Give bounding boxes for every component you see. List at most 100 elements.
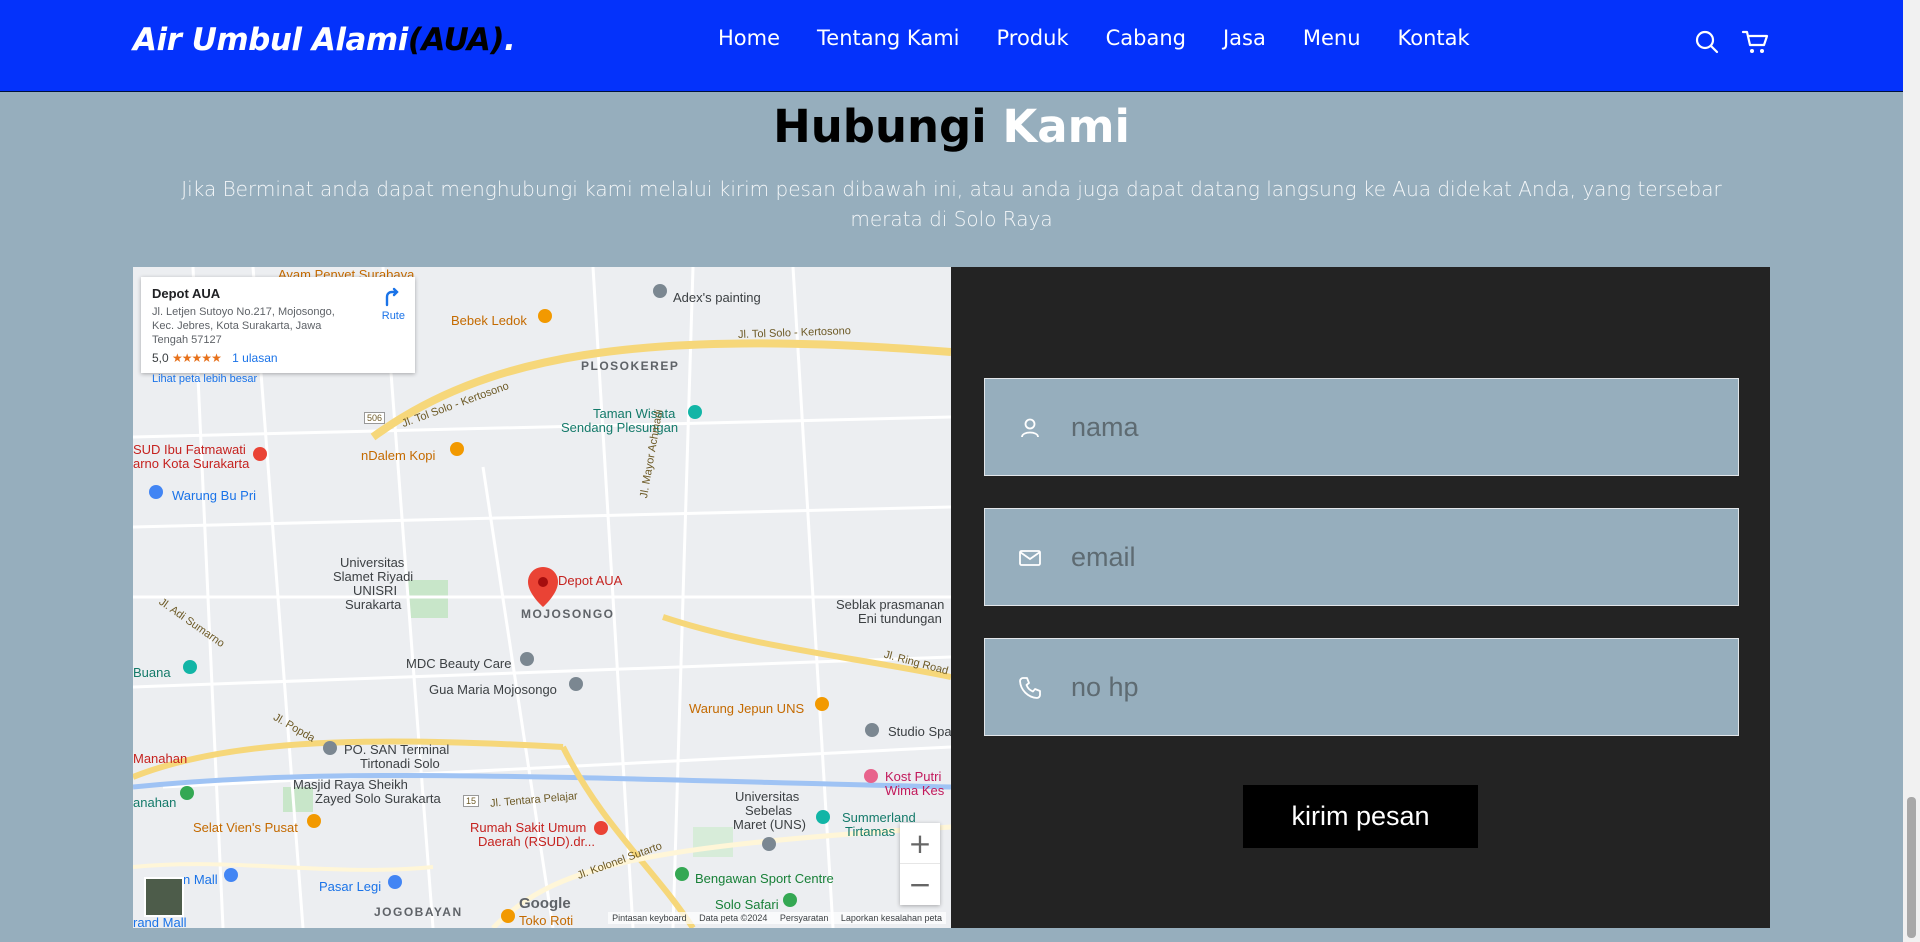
map-label-sebelas: Sebelas — [745, 803, 792, 818]
search-icon[interactable] — [1693, 28, 1721, 56]
map-label-depot-pin: Depot AUA — [558, 573, 623, 588]
map-label-slamet: Slamet Riyadi — [333, 569, 414, 584]
map-label-eni: Eni tundungan — [858, 611, 942, 626]
map-label-bengawan: Bengawan Sport Centre — [695, 871, 834, 886]
restaurant-pin — [538, 309, 552, 323]
map-info-card: Depot AUA Jl. Letjen Sutoyo No.217, Mojo… — [141, 277, 415, 385]
section-title: Hubungi Kami — [0, 100, 1903, 153]
lodging-pin — [864, 769, 878, 783]
zoom-out-button[interactable]: − — [900, 864, 940, 905]
bus-pin — [323, 741, 337, 755]
phone-input[interactable] — [1071, 639, 1721, 735]
email-field — [984, 508, 1739, 606]
map-label-seblak: Seblak prasmanan — [836, 597, 945, 612]
map-label-unisri: UNISRI — [353, 583, 398, 598]
map-label-bebek: Bebek Ledok — [451, 313, 527, 328]
nav-cabang[interactable]: Cabang — [1106, 26, 1186, 50]
nav-kontak[interactable]: Kontak — [1398, 26, 1470, 50]
scrollbar-thumb[interactable] — [1907, 797, 1916, 938]
phone-icon — [1017, 675, 1043, 701]
main-nav: Home Tentang Kami Produk Cabang Jasa Men… — [718, 26, 1507, 50]
place-pin — [520, 652, 534, 666]
satellite-toggle[interactable] — [144, 877, 184, 917]
report-error-link[interactable]: Laporkan kesalahan peta — [841, 913, 942, 923]
map-label-rsud-fatmawati: SUD Ibu Fatmawati — [133, 442, 246, 457]
title-light: Kami — [1002, 100, 1130, 153]
map-label-plosokerep: PLOSOKEREP — [581, 359, 680, 373]
user-icon — [1017, 415, 1043, 441]
shop-pin — [224, 868, 238, 882]
keyboard-shortcuts-link[interactable]: Pintasan keyboard — [612, 913, 687, 923]
rating-stars: ★★★★★ — [172, 351, 222, 365]
zoom-in-button[interactable]: + — [900, 823, 940, 864]
reviews-link[interactable]: 1 ulasan — [232, 351, 277, 365]
section-description: Jika Berminat anda dapat menghubungi kam… — [181, 177, 1722, 231]
map-label-tirtamas: Tirtamas — [845, 824, 896, 839]
nav-icons — [1693, 28, 1769, 56]
navbar: Air Umbul Alami(AUA). Home Tentang Kami … — [0, 0, 1903, 92]
map-label-buana: Buana — [133, 665, 171, 680]
page-scrollbar[interactable] — [1903, 0, 1920, 942]
cart-icon[interactable] — [1741, 28, 1769, 56]
place-name: Depot AUA — [152, 286, 221, 301]
map-label-wima: Wima Kes — [885, 783, 945, 798]
map-label-warung-bu: Warung Bu Pri — [172, 488, 257, 503]
place-pin — [183, 660, 197, 674]
nav-home[interactable]: Home — [718, 26, 780, 50]
map-label-kost: Kost Putri — [885, 769, 942, 784]
nav-menu[interactable]: Menu — [1303, 26, 1361, 50]
nav-jasa[interactable]: Jasa — [1223, 26, 1266, 50]
map-label-universitas2: Universitas — [735, 789, 800, 804]
map-label-solo-safari: Solo Safari — [715, 897, 779, 912]
map-label-mdc: MDC Beauty Care — [406, 656, 512, 671]
nav-produk[interactable]: Produk — [996, 26, 1068, 50]
map-label-mojosongo: MOJOSONGO — [521, 607, 615, 621]
rating-value: 5,0 — [152, 351, 169, 365]
restaurant-pin — [450, 442, 464, 456]
map-label-maret: Maret (UNS) — [733, 817, 806, 832]
send-message-button[interactable]: kirim pesan — [1243, 785, 1478, 848]
name-input[interactable] — [1071, 379, 1721, 475]
place-pin — [569, 677, 583, 691]
map-label-universitas1: Universitas — [340, 555, 405, 570]
shop-pin — [388, 875, 402, 889]
map-label-arno: arno Kota Surakarta — [133, 456, 250, 471]
park-pin — [180, 786, 194, 800]
map-label-506: 506 — [364, 412, 386, 424]
site-logo[interactable]: Air Umbul Alami(AUA). — [133, 22, 516, 58]
shop-pin — [149, 485, 163, 499]
directions-button[interactable]: Rute — [382, 287, 405, 322]
place-address: Jl. Letjen Sutoyo No.217, Mojosongo, Kec… — [152, 306, 335, 346]
directions-label: Rute — [381, 310, 405, 322]
map-label-mall: n Mall — [183, 872, 218, 887]
place-rating: 5,0 ★★★★★ 1 ulasan — [152, 351, 404, 365]
map-label-adex: Adex's painting — [673, 290, 761, 305]
map-label-pasar: Pasar Legi — [319, 879, 382, 894]
view-larger-map-link[interactable]: Lihat peta lebih besar — [152, 373, 404, 385]
sport-pin — [675, 867, 689, 881]
nav-tentang-kami[interactable]: Tentang Kami — [817, 26, 959, 50]
hospital-pin — [594, 821, 608, 835]
place-pin — [653, 284, 667, 298]
map-attribution: Pintasan keyboard Data peta ©2024 Persya… — [608, 912, 946, 924]
email-input[interactable] — [1071, 509, 1721, 605]
name-field — [984, 378, 1739, 476]
terms-link[interactable]: Persyaratan — [780, 913, 829, 923]
map-label-anahan: anahan — [133, 795, 177, 810]
map-label-surakarta: Surakarta — [345, 597, 402, 612]
logo-accent: (AUA) — [407, 22, 505, 58]
map-data-text: Data peta ©2024 — [699, 913, 768, 923]
map-label-warung-jepun: Warung Jepun UNS — [689, 701, 805, 716]
embedded-map[interactable]: Adex's painting Ayam Penyet Surabaya Beb… — [133, 267, 951, 928]
map-label-selat: Selat Vien's Pusat — [193, 820, 298, 835]
park-pin — [688, 405, 702, 419]
map-label-po-san: PO. SAN Terminal — [344, 742, 450, 757]
map-label-15: 15 — [463, 795, 480, 807]
park-pin — [816, 810, 830, 824]
map-label-daerah: Daerah (RSUD).dr... — [478, 834, 596, 849]
map-label-zayed: Zayed Solo Surakarta — [315, 791, 441, 806]
place-pin — [762, 837, 776, 851]
title-dark: Hubungi — [773, 100, 987, 153]
restaurant-pin — [307, 814, 321, 828]
map-label-masjid: Masjid Raya Sheikh — [293, 777, 408, 792]
